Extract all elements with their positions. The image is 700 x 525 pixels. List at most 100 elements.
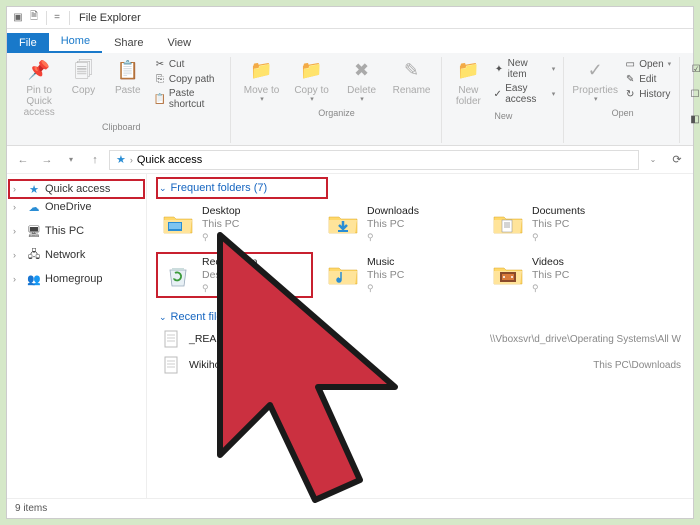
folder-icon [490, 259, 526, 291]
copy-path-button[interactable]: ⎘Copy path [152, 72, 224, 86]
tab-home[interactable]: Home [49, 31, 102, 53]
copy-button[interactable]: 🗐 Copy [63, 57, 103, 98]
copy-to-button[interactable]: 📁 Copy to▾ [289, 57, 335, 106]
expand-icon[interactable]: › [13, 274, 23, 284]
new-folder-button[interactable]: 📁 New folder [450, 57, 488, 109]
history-button[interactable]: ↻History [622, 87, 673, 101]
tree-label: Homegroup [45, 273, 102, 285]
folder-desktop[interactable]: DesktopThis PC⚲ [157, 202, 312, 247]
address-location: Quick access [137, 154, 202, 166]
qat-doc-icon[interactable]: 🗎 [27, 11, 41, 25]
sidebar-item-onedrive[interactable]: ›☁OneDrive [9, 198, 144, 216]
pin-icon: ⚲ [532, 232, 585, 243]
folder-location: This PC [532, 269, 569, 282]
folder-recycle-bin[interactable]: Recycle BinDesktop⚲ [157, 253, 312, 298]
pin-icon: ⚲ [367, 232, 419, 243]
rename-button[interactable]: ✎ Rename [389, 57, 435, 98]
address-bar[interactable]: ★ › Quick access [109, 150, 639, 170]
edit-button[interactable]: ✎Edit [622, 72, 673, 86]
history-icon: ↻ [624, 88, 636, 100]
chevron-down-icon: ⌄ [159, 312, 167, 323]
expand-icon[interactable]: › [13, 184, 23, 194]
group-open: ✓ Properties▾ ▭Open▾ ✎Edit ↻History Open [566, 57, 680, 143]
pin-icon: ⚲ [202, 232, 241, 243]
folder-icon [325, 208, 361, 240]
cut-icon: ✂ [154, 58, 166, 70]
file-list: _README\\Vboxsvr\d_drive\Operating Syste… [157, 327, 683, 377]
titlebar: ▣ 🗎 = File Explorer [7, 7, 693, 29]
group-organize: 📁 Move to▾ 📁 Copy to▾ ✖ Delete▾ ✎ Rename… [233, 57, 442, 143]
moveto-icon: 📁 [250, 59, 274, 83]
up-button[interactable]: ↑ [85, 150, 105, 170]
qat-eq-icon[interactable]: = [50, 11, 64, 25]
tree-icon: ☁ [27, 200, 41, 214]
tab-view[interactable]: View [155, 33, 203, 53]
folder-documents[interactable]: DocumentsThis PC⚲ [487, 202, 642, 247]
quickaccess-icon: ★ [116, 153, 126, 166]
folder-grid: DesktopThis PC⚲DownloadsThis PC⚲Document… [157, 198, 683, 307]
select-all-button[interactable]: ☑Select all [688, 57, 700, 81]
pin-icon: 📌 [27, 59, 51, 83]
chevron-right-icon: › [130, 155, 133, 165]
properties-button[interactable]: ✓ Properties▾ [572, 57, 618, 106]
forward-button[interactable]: → [37, 150, 57, 170]
folder-icon: ▣ [11, 11, 25, 25]
recent-dropdown[interactable]: ▾ [61, 150, 81, 170]
file-name: _README [189, 333, 490, 345]
select-none-button[interactable]: ☐Select none [688, 82, 700, 106]
folder-name: Desktop [202, 205, 241, 218]
folder-location: This PC [202, 218, 241, 231]
folder-music[interactable]: MusicThis PC⚲ [322, 253, 477, 298]
selectnone-icon: ☐ [690, 88, 700, 100]
file-icon [159, 355, 183, 375]
file-path: This PC\Downloads [593, 360, 681, 371]
tree-icon: ★ [27, 182, 41, 196]
copypath-icon: ⎘ [154, 73, 166, 85]
folder-location: This PC [367, 269, 404, 282]
sidebar-item-network[interactable]: ›🖧Network [9, 246, 144, 264]
folder-videos[interactable]: VideosThis PC⚲ [487, 253, 642, 298]
ribbon-tabs: File Home Share View [7, 29, 693, 53]
invert-selection-button[interactable]: ◧Invert selection [688, 107, 700, 131]
body: ›★Quick access›☁OneDrive›🖥This PC›🖧Netwo… [7, 174, 693, 498]
selectall-icon: ☑ [690, 63, 700, 75]
new-item-button[interactable]: ✦New item▾ [491, 57, 557, 81]
recent-files-header[interactable]: ⌄ Recent files (2) [157, 307, 683, 327]
sidebar-item-this-pc[interactable]: ›🖥This PC [9, 222, 144, 240]
folder-name: Music [367, 256, 404, 269]
tab-share[interactable]: Share [102, 33, 155, 53]
paste-button[interactable]: 📋 Paste [108, 57, 148, 98]
copyto-icon: 📁 [300, 59, 324, 83]
cut-button[interactable]: ✂Cut [152, 57, 224, 71]
sidebar-item-homegroup[interactable]: ›👥Homegroup [9, 270, 144, 288]
file-row[interactable]: Wikihow Standard GrThis PC\Downloads [157, 353, 683, 377]
open-icon: ▭ [624, 58, 636, 70]
back-button[interactable]: ← [13, 150, 33, 170]
easy-access-button[interactable]: ✓Easy access▾ [491, 82, 557, 106]
edit-icon: ✎ [624, 73, 636, 85]
group-select: ☑Select all ☐Select none ◧Invert selecti… [682, 57, 700, 143]
sidebar-item-quick-access[interactable]: ›★Quick access [9, 180, 144, 198]
sidebar: ›★Quick access›☁OneDrive›🖥This PC›🖧Netwo… [7, 174, 147, 498]
newfolder-icon: 📁 [456, 59, 480, 83]
pin-icon: ⚲ [202, 283, 257, 294]
expand-icon[interactable]: › [13, 202, 23, 212]
paste-shortcut-button[interactable]: 📋Paste shortcut [152, 87, 224, 111]
delete-button[interactable]: ✖ Delete▾ [339, 57, 385, 106]
folder-icon [160, 208, 196, 240]
refresh-button[interactable]: ⟳ [667, 150, 687, 170]
pin-icon: ⚲ [532, 283, 569, 294]
folder-downloads[interactable]: DownloadsThis PC⚲ [322, 202, 477, 247]
status-bar: 9 items [7, 498, 693, 518]
dropdown-icon[interactable]: ⌄ [643, 150, 663, 170]
tab-file[interactable]: File [7, 33, 49, 53]
tree-icon: 🖧 [27, 248, 41, 262]
expand-icon[interactable]: › [13, 226, 23, 236]
file-row[interactable]: _README\\Vboxsvr\d_drive\Operating Syste… [157, 327, 683, 351]
file-name: Wikihow Standard Gr [189, 359, 593, 371]
pin-quick-access-button[interactable]: 📌 Pin to Quick access [19, 57, 59, 120]
expand-icon[interactable]: › [13, 250, 23, 260]
move-to-button[interactable]: 📁 Move to▾ [239, 57, 285, 106]
open-button[interactable]: ▭Open▾ [622, 57, 673, 71]
frequent-folders-header[interactable]: ⌄ Frequent folders (7) [157, 178, 327, 198]
